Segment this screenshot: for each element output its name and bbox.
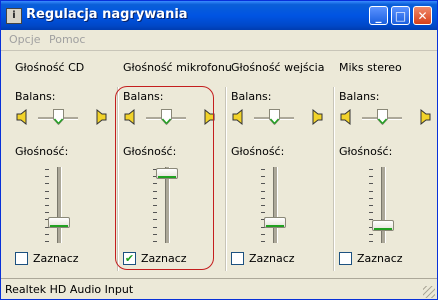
volume-tick (261, 176, 265, 177)
mixer-panel: Głośność CD Balans: Głośność: Zaznacz Głośno… (1, 52, 437, 275)
volume-track[interactable] (57, 167, 62, 243)
channel-cd: Głośność CD Balans: Głośność: Zaznacz (15, 52, 123, 275)
recording-control-window: i Regulacja nagrywania _ □ ✕ Opcje Pomoc… (0, 0, 438, 300)
channel-stereo: Miks stereo Balans: Głośność: Zaznacz (339, 52, 437, 275)
speaker-left-icon (231, 108, 245, 126)
volume-tick (261, 191, 265, 192)
volume-tick (45, 212, 49, 213)
balance-label: Balans: (15, 90, 56, 103)
balance-label: Balans: (231, 90, 272, 103)
title-bar[interactable]: i Regulacja nagrywania _ □ ✕ (1, 1, 437, 30)
microphone-highlight (115, 86, 214, 270)
volume-tick (369, 205, 373, 206)
volume-tick (45, 191, 49, 192)
menu-help[interactable]: Pomoc (49, 33, 85, 46)
volume-track[interactable] (273, 167, 278, 243)
column-separator (225, 87, 227, 271)
speaker-right-icon (310, 108, 324, 126)
volume-tick (261, 198, 265, 199)
balance-label: Balans: (339, 90, 380, 103)
volume-tick (261, 183, 265, 184)
channel-heading: Głośność CD (15, 61, 85, 74)
volume-tick (45, 234, 49, 235)
volume-tick (45, 183, 49, 184)
channel-heading: Głośność mikrofonu (123, 61, 232, 74)
balance-slider-thumb[interactable] (53, 109, 64, 126)
select-checkbox[interactable] (231, 252, 244, 265)
volume-slider-thumb[interactable] (264, 217, 286, 228)
balance-slider-thumb[interactable] (269, 109, 280, 126)
volume-track[interactable] (381, 167, 386, 243)
volume-tick (369, 183, 373, 184)
volume-tick (369, 241, 373, 242)
window-title: Regulacja nagrywania (26, 7, 188, 22)
select-checkbox[interactable] (339, 252, 352, 265)
volume-tick (45, 176, 49, 177)
volume-slider-thumb[interactable] (48, 217, 70, 228)
volume-tick (369, 234, 373, 235)
minimize-button[interactable]: _ (369, 6, 388, 25)
volume-ticks (261, 169, 266, 242)
volume-tick (45, 205, 49, 206)
resize-grip[interactable] (423, 286, 435, 298)
channel-wejscie: Głośność wejścia Balans: Głośność: Zaznacz (231, 52, 339, 275)
select-label[interactable]: Zaznacz (357, 252, 403, 265)
maximize-button[interactable]: □ (391, 6, 410, 25)
volume-label: Głośność: (15, 145, 69, 158)
volume-tick (261, 234, 265, 235)
volume-tick (369, 191, 373, 192)
volume-tick (369, 176, 373, 177)
menu-bar: Opcje Pomoc (1, 30, 437, 51)
channel-heading: Głośność wejścia (231, 61, 325, 74)
close-button[interactable]: ✕ (413, 6, 432, 25)
volume-label: Głośność: (339, 145, 393, 158)
select-checkbox[interactable] (15, 252, 28, 265)
select-label[interactable]: Zaznacz (33, 252, 79, 265)
volume-tick (261, 169, 265, 170)
volume-ticks (45, 169, 50, 242)
column-separator (333, 87, 335, 271)
volume-tick (369, 169, 373, 170)
volume-tick (45, 198, 49, 199)
speaker-left-icon (15, 108, 29, 126)
device-name: Realtek HD Audio Input (5, 283, 134, 296)
volume-label: Głośność: (231, 145, 285, 158)
balance-slider-thumb[interactable] (377, 109, 388, 126)
speaker-right-icon (418, 108, 432, 126)
volume-tick (261, 212, 265, 213)
menu-options[interactable]: Opcje (9, 33, 41, 46)
speaker-right-icon (94, 108, 108, 126)
volume-tick (45, 169, 49, 170)
volume-tick (369, 198, 373, 199)
volume-tick (45, 241, 49, 242)
volume-tick (261, 241, 265, 242)
speaker-left-icon (339, 108, 353, 126)
volume-tick (261, 205, 265, 206)
select-label[interactable]: Zaznacz (249, 252, 295, 265)
volume-tick (369, 212, 373, 213)
volume-slider-thumb[interactable] (372, 220, 394, 231)
channel-heading: Miks stereo (339, 61, 402, 74)
app-icon[interactable]: i (6, 8, 22, 24)
status-bar: Realtek HD Audio Input (1, 278, 437, 299)
